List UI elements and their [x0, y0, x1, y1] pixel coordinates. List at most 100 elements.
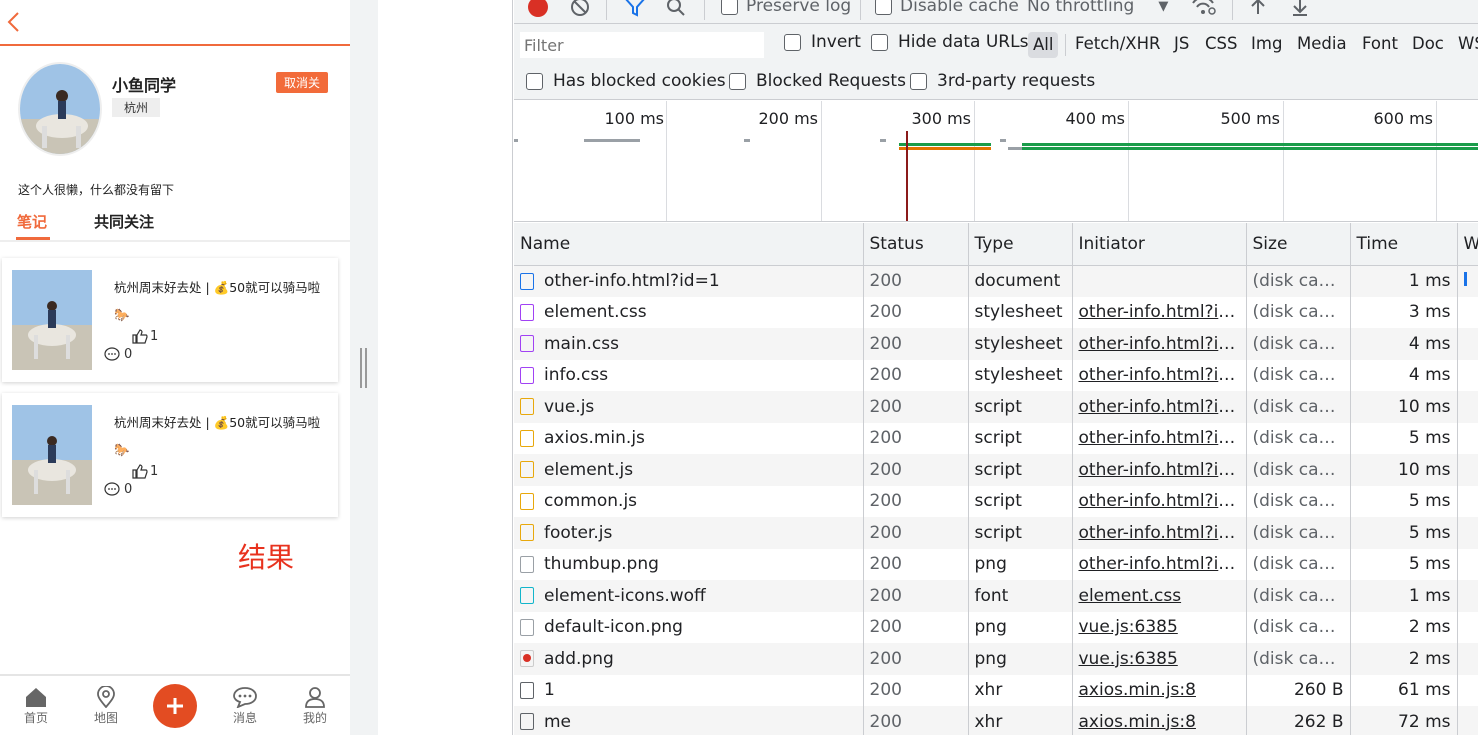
table-row[interactable]: element-icons.woff 200 font element.css … — [514, 580, 1478, 612]
request-initiator[interactable]: other-info.html?id... — [1072, 296, 1247, 328]
export-har-icon[interactable] — [1290, 0, 1310, 17]
import-har-icon[interactable] — [1248, 0, 1268, 17]
timeline-overview[interactable]: 100 ms 200 ms 300 ms 400 ms 500 ms 600 m… — [514, 101, 1478, 222]
column-header-time[interactable]: Time — [1350, 223, 1458, 266]
type-filter-js[interactable]: JS — [1174, 34, 1189, 53]
result-annotation: 结果 — [238, 541, 295, 574]
type-filter-doc[interactable]: Doc — [1412, 34, 1444, 53]
table-row[interactable]: thumbup.png 200 png other-info.html?id..… — [514, 548, 1478, 580]
nav-messages[interactable]: 消息 — [220, 686, 270, 726]
thumbs-up-icon — [132, 329, 148, 344]
record-icon[interactable] — [528, 0, 548, 17]
request-time: 4 ms — [1350, 328, 1458, 360]
type-filter-ws[interactable]: WS — [1458, 34, 1478, 53]
checkbox-icon — [910, 72, 927, 90]
nav-profile[interactable]: 我的 — [290, 686, 340, 726]
hide-data-urls-checkbox[interactable]: Hide data URLs — [871, 32, 1028, 52]
network-conditions-icon[interactable] — [1191, 0, 1217, 17]
devtools-network-panel: Preserve log Disable cache No throttling… — [514, 0, 1478, 735]
nav-home[interactable]: 首页 — [11, 686, 61, 726]
request-initiator[interactable]: axios.min.js:8 — [1072, 674, 1247, 706]
back-arrow-icon[interactable] — [4, 10, 24, 34]
table-row[interactable]: main.css 200 stylesheet other-info.html?… — [514, 328, 1478, 360]
request-table: Name Status Type Initiator Size Time W o… — [514, 223, 1478, 735]
disable-cache-checkbox[interactable]: Disable cache — [875, 0, 1019, 16]
request-status: 200 — [863, 391, 969, 423]
note-card[interactable]: 杭州周末好去处 | 💰50就可以骑马啦🐎 1 0 — [2, 258, 338, 382]
filter-input[interactable] — [520, 32, 764, 58]
table-row[interactable]: default-icon.png 200 png vue.js:6385 (di… — [514, 611, 1478, 643]
blocked-requests-label: Blocked Requests — [756, 71, 906, 91]
filter-icon[interactable] — [624, 0, 646, 17]
request-initiator[interactable]: axios.min.js:8 — [1072, 706, 1247, 735]
request-initiator[interactable]: other-info.html?id... — [1072, 359, 1247, 391]
profile-tabs: 笔记 共同关注 — [0, 208, 350, 242]
request-size: 260 B — [1246, 674, 1351, 706]
blocked-cookies-checkbox[interactable]: Has blocked cookies — [526, 71, 726, 91]
type-filter-css[interactable]: CSS — [1205, 34, 1237, 53]
column-header-waterfall[interactable]: W — [1457, 223, 1478, 266]
search-icon[interactable] — [666, 0, 686, 17]
table-header-row: Name Status Type Initiator Size Time W — [514, 223, 1478, 266]
table-row[interactable]: 1 200 xhr axios.min.js:8 260 B 61 ms — [514, 674, 1478, 706]
table-row[interactable]: element.js 200 script other-info.html?id… — [514, 454, 1478, 486]
blocked-requests-checkbox[interactable]: Blocked Requests — [729, 71, 906, 91]
request-initiator[interactable]: other-info.html?id... — [1072, 548, 1247, 580]
clear-icon[interactable] — [570, 0, 590, 17]
table-row[interactable]: info.css 200 stylesheet other-info.html?… — [514, 359, 1478, 391]
comment-count[interactable]: 0 — [104, 482, 132, 497]
tab-mutual-follows[interactable]: 共同关注 — [94, 211, 154, 232]
unfollow-button[interactable]: 取消关 — [276, 72, 329, 93]
request-name: default-icon.png — [544, 617, 683, 638]
type-filter-font[interactable]: Font — [1362, 34, 1398, 53]
request-type: png — [968, 548, 1073, 580]
throttling-select[interactable]: No throttling ▼ — [1027, 0, 1168, 16]
column-header-status[interactable]: Status — [863, 223, 969, 266]
request-initiator[interactable] — [1072, 265, 1247, 297]
type-filter-fetch-xhr[interactable]: Fetch/XHR — [1075, 34, 1160, 53]
request-type: stylesheet — [968, 359, 1073, 391]
like-count[interactable]: 1 — [132, 464, 158, 479]
column-header-size[interactable]: Size — [1246, 223, 1351, 266]
request-initiator[interactable]: other-info.html?id... — [1072, 485, 1247, 517]
request-time: 2 ms — [1350, 643, 1458, 675]
table-row[interactable]: footer.js 200 script other-info.html?id.… — [514, 517, 1478, 549]
request-status: 200 — [863, 296, 969, 328]
request-initiator[interactable]: vue.js:6385 — [1072, 643, 1247, 675]
table-row[interactable]: other-info.html?id=1 200 document (disk … — [514, 265, 1478, 297]
third-party-label: 3rd-party requests — [937, 71, 1096, 91]
stylesheet-icon — [520, 366, 534, 384]
resize-handle[interactable] — [360, 348, 368, 388]
table-row[interactable]: axios.min.js 200 script other-info.html?… — [514, 422, 1478, 454]
nav-map[interactable]: 地图 — [81, 686, 131, 726]
request-initiator[interactable]: other-info.html?id... — [1072, 517, 1247, 549]
avatar[interactable] — [18, 62, 102, 156]
third-party-checkbox[interactable]: 3rd-party requests — [910, 71, 1095, 91]
like-count[interactable]: 1 — [132, 329, 158, 344]
type-filter-media[interactable]: Media — [1297, 34, 1347, 53]
column-header-initiator[interactable]: Initiator — [1072, 223, 1247, 266]
table-row[interactable]: vue.js 200 script other-info.html?id... … — [514, 391, 1478, 423]
table-row[interactable]: me 200 xhr axios.min.js:8 262 B 72 ms — [514, 706, 1478, 735]
request-initiator[interactable]: element.css — [1072, 580, 1247, 612]
request-initiator[interactable]: other-info.html?id... — [1072, 454, 1247, 486]
comment-count[interactable]: 0 — [104, 347, 132, 362]
request-name: 1 — [544, 680, 555, 701]
request-initiator[interactable]: other-info.html?id... — [1072, 328, 1247, 360]
type-filter-img[interactable]: Img — [1251, 34, 1282, 53]
table-row[interactable]: element.css 200 stylesheet other-info.ht… — [514, 296, 1478, 328]
tab-notes[interactable]: 笔记 — [17, 211, 47, 232]
column-header-name[interactable]: Name — [514, 223, 864, 266]
table-row[interactable]: add.png 200 png vue.js:6385 (disk cac...… — [514, 643, 1478, 675]
request-initiator[interactable]: other-info.html?id... — [1072, 422, 1247, 454]
note-card[interactable]: 杭州周末好去处 | 💰50就可以骑马啦🐎 1 0 — [2, 393, 338, 517]
type-filter-all[interactable]: All — [1028, 32, 1059, 58]
add-post-button[interactable] — [153, 684, 197, 728]
invert-checkbox[interactable]: Invert — [784, 32, 861, 52]
preserve-log-checkbox[interactable]: Preserve log — [721, 0, 851, 16]
column-header-type[interactable]: Type — [968, 223, 1073, 266]
table-row[interactable]: common.js 200 script other-info.html?id.… — [514, 485, 1478, 517]
request-initiator[interactable]: other-info.html?id... — [1072, 391, 1247, 423]
request-initiator[interactable]: vue.js:6385 — [1072, 611, 1247, 643]
request-time: 10 ms — [1350, 454, 1458, 486]
